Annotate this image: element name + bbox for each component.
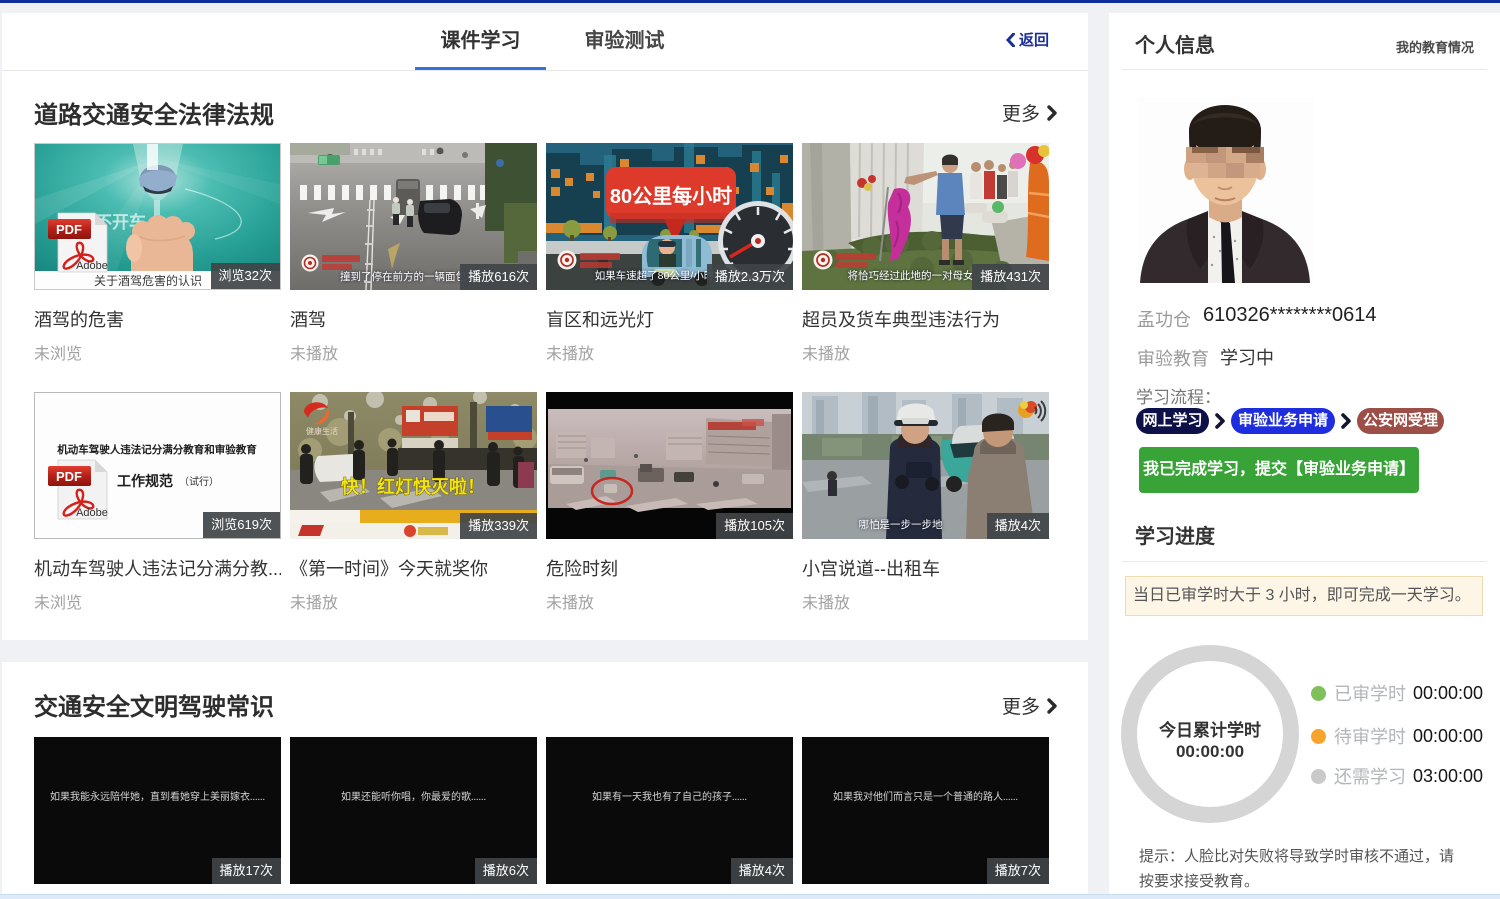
svg-text:80公里每小时: 80公里每小时 bbox=[610, 184, 732, 208]
svg-text:Adobe: Adobe bbox=[76, 260, 108, 272]
svg-text:（试行）: （试行） bbox=[179, 475, 219, 488]
svg-text:机动车驾驶人违法记分满分教育和审验教育: 机动车驾驶人违法记分满分教育和审验教育 bbox=[57, 443, 257, 456]
svg-text:00:00:00: 00:00:00 bbox=[1176, 742, 1244, 761]
svg-text:关于酒驾危害的认识: 关于酒驾危害的认识 bbox=[94, 273, 202, 288]
svg-text:工作规范: 工作规范 bbox=[117, 473, 173, 490]
svg-text:Adobe: Adobe bbox=[76, 507, 108, 519]
svg-text:健康生活: 健康生活 bbox=[306, 426, 338, 436]
svg-text:快！红灯快灭啦！: 快！红灯快灭啦！ bbox=[341, 476, 485, 497]
svg-text:PDF: PDF bbox=[56, 469, 82, 484]
svg-text:今日累计学时: 今日累计学时 bbox=[1159, 720, 1261, 740]
svg-text:PDF: PDF bbox=[56, 222, 82, 237]
